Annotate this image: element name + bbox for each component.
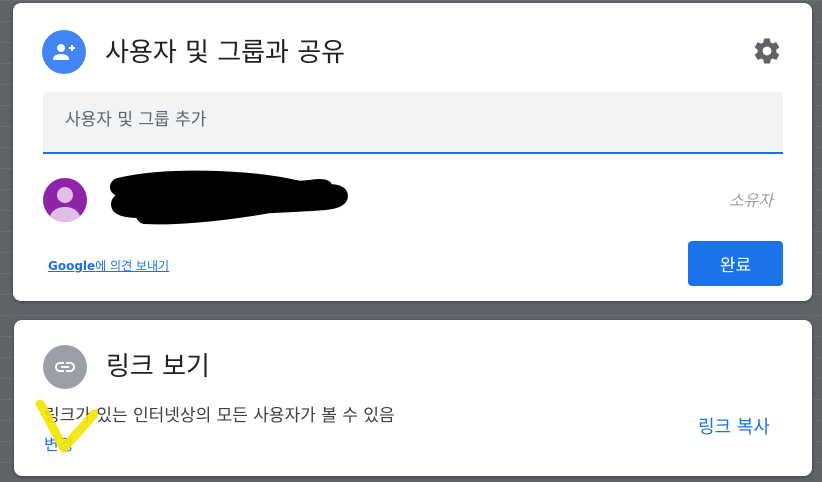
add-people-input[interactable] <box>43 92 777 148</box>
avatar <box>43 178 87 222</box>
link-title: 링크 보기 <box>106 352 210 382</box>
link-description: 링크가 있는 인터넷상의 모든 사용자가 볼 수 있음 <box>44 406 395 426</box>
share-dialog: 사용자 및 그룹과 공유 소유자 Google에 의견 보내기 완료 <box>13 3 812 301</box>
owner-label: 소유자 <box>728 191 773 210</box>
link-icon <box>43 345 87 389</box>
add-people-field[interactable] <box>43 92 783 154</box>
link-dialog: 링크 보기 링크가 있는 인터넷상의 모든 사용자가 볼 수 있음 변경 링크 … <box>14 320 812 476</box>
change-link[interactable]: 변경 <box>44 431 73 455</box>
feedback-text: 에 의견 보내기 <box>95 259 170 273</box>
feedback-brand: Google <box>48 259 96 273</box>
gear-icon[interactable] <box>752 36 782 66</box>
feedback-link[interactable]: Google에 의견 보내기 <box>48 257 169 274</box>
redaction-scribble <box>110 170 348 225</box>
done-button[interactable]: 완료 <box>688 241 783 286</box>
person-add-icon <box>42 30 86 74</box>
copy-link-button[interactable]: 링크 복사 <box>698 413 770 439</box>
share-title: 사용자 및 그룹과 공유 <box>105 38 346 68</box>
person-row: 소유자 <box>43 170 783 225</box>
